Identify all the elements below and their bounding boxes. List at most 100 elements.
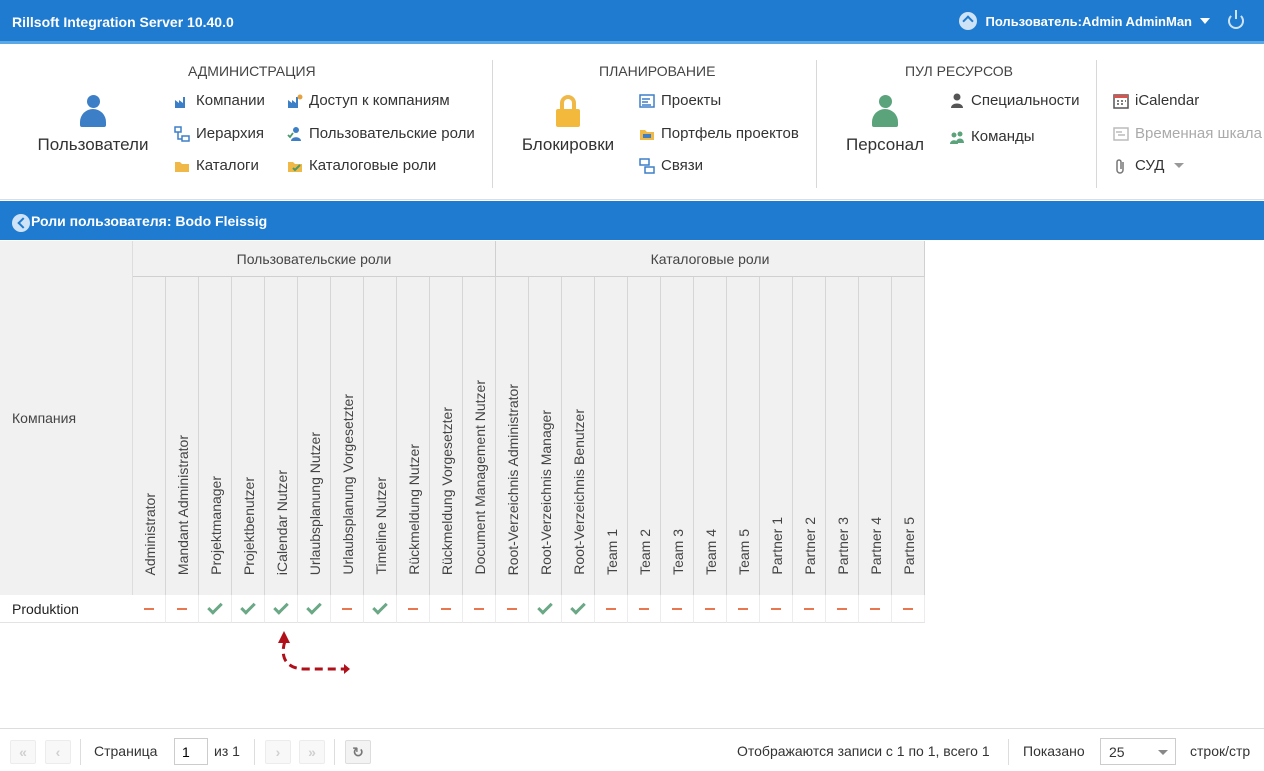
role-column-label: Partner 2 [802, 517, 818, 575]
role-cell[interactable] [529, 595, 562, 623]
catalogs-item[interactable]: Каталоги [174, 157, 259, 174]
role-column-header: Projektbenutzer [232, 277, 265, 595]
role-cell[interactable] [694, 595, 727, 623]
locks-button[interactable]: Блокировки [518, 95, 618, 155]
user-label[interactable]: Пользователь:Admin AdminMan [985, 14, 1192, 29]
role-cell[interactable] [166, 595, 199, 623]
role-column-header: Timeline Nutzer [364, 277, 397, 595]
portfolio-item[interactable]: Портфель проектов [639, 125, 799, 142]
roles-grid: Компания Пользовательские роли Каталогов… [0, 241, 1264, 728]
role-cell[interactable] [892, 595, 925, 623]
teams-item[interactable]: Команды [949, 128, 1035, 145]
role-cell[interactable] [793, 595, 826, 623]
page-size-select[interactable]: 25 [1100, 738, 1176, 765]
collapse-icon[interactable] [959, 12, 978, 30]
specialties-item[interactable]: Специальности [949, 92, 1080, 109]
dash-icon [177, 607, 187, 610]
role-cell[interactable] [133, 595, 166, 623]
role-cell[interactable] [298, 595, 331, 623]
catalog-roles-item[interactable]: Каталоговые роли [287, 157, 436, 174]
role-column-header: Urlaubsplanung Nutzer [298, 277, 331, 595]
role-cell[interactable] [232, 595, 265, 623]
refresh-icon: ↻ [352, 744, 364, 760]
refresh-button[interactable]: ↻ [345, 740, 371, 764]
role-column-label: Partner 3 [835, 517, 851, 575]
role-cell[interactable] [859, 595, 892, 623]
role-column-header: Team 4 [694, 277, 727, 595]
role-column-label: Rückmeldung Vorgesetzter [439, 406, 455, 575]
icalendar-item[interactable]: iCalendar [1113, 92, 1199, 109]
role-cell[interactable] [496, 595, 529, 623]
folder-check-icon [287, 158, 303, 174]
role-column-header: Root-Verzeichnis Benutzer [562, 277, 595, 595]
timeline-icon [1113, 126, 1129, 142]
timeline-item[interactable]: Временная шкала [1113, 125, 1262, 142]
top-bar: Rillsoft Integration Server 10.40.0 Поль… [0, 0, 1264, 44]
role-column-header: Root-Verzeichnis Administrator [496, 277, 529, 595]
role-cell[interactable] [364, 595, 397, 623]
companies-item[interactable]: Компании [174, 92, 265, 109]
back-icon[interactable] [12, 214, 30, 232]
company-column-header: Компания [12, 410, 77, 426]
ribbon-divider [492, 60, 493, 188]
role-cell[interactable] [562, 595, 595, 623]
check-icon [240, 598, 256, 615]
dash-icon [639, 607, 649, 610]
group-title-pool: ПУЛ РЕСУРСОВ [905, 63, 1013, 79]
dash-icon [507, 607, 517, 610]
role-cell[interactable] [397, 595, 430, 623]
company-access-item[interactable]: Доступ к компаниям [287, 92, 450, 109]
role-cell[interactable] [595, 595, 628, 623]
role-column-label: Root-Verzeichnis Administrator [505, 383, 521, 575]
pager: « ‹ Страница из 1 › » ↻ Отображаются зап… [0, 728, 1264, 771]
role-column-header: Urlaubsplanung Vorgesetzter [331, 277, 364, 595]
role-column-header: Mandant Administrator [166, 277, 199, 595]
hierarchy-item[interactable]: Иерархия [174, 125, 264, 142]
last-page-button[interactable]: » [299, 740, 325, 764]
projects-item[interactable]: Проекты [639, 92, 721, 109]
chevron-down-icon[interactable] [1200, 18, 1210, 24]
page-input[interactable] [174, 738, 208, 765]
prev-page-button[interactable]: ‹ [45, 740, 71, 764]
user-menu[interactable]: Пользователь:Admin AdminMan [959, 10, 1244, 30]
group-title-planning: ПЛАНИРОВАНИЕ [599, 63, 716, 79]
users-button[interactable]: Пользователи [34, 95, 152, 155]
role-column-header: Root-Verzeichnis Manager [529, 277, 562, 595]
role-column-header: iCalendar Nutzer [265, 277, 298, 595]
role-column-label: Partner 5 [901, 517, 917, 575]
chevron-down-icon [1174, 163, 1185, 168]
check-icon [372, 598, 388, 615]
ribbon-toolbar: АДМИНИСТРАЦИЯ Пользователи Компании Дост… [0, 47, 1264, 200]
staff-button[interactable]: Персонал [840, 95, 930, 155]
role-cell[interactable] [826, 595, 859, 623]
role-column-header: Partner 5 [892, 277, 925, 595]
dms-menu[interactable]: СУД [1113, 157, 1185, 174]
role-cell[interactable] [760, 595, 793, 623]
role-cell[interactable] [628, 595, 661, 623]
links-item[interactable]: Связи [639, 157, 703, 174]
next-page-button[interactable]: › [265, 740, 291, 764]
role-column-label: Document Management Nutzer [472, 380, 488, 575]
dash-icon [606, 607, 616, 610]
dash-icon [771, 607, 781, 610]
role-column-label: Rückmeldung Nutzer [406, 444, 422, 575]
user-roles-item[interactable]: Пользовательские роли [287, 125, 475, 142]
power-icon[interactable] [1228, 10, 1244, 29]
role-cell[interactable] [661, 595, 694, 623]
app-title: Rillsoft Integration Server 10.40.0 [12, 14, 234, 30]
check-icon [306, 598, 322, 615]
role-cell[interactable] [430, 595, 463, 623]
factory-icon [174, 93, 190, 109]
role-column-label: Partner 1 [769, 517, 785, 575]
role-cell[interactable] [265, 595, 298, 623]
role-cell[interactable] [331, 595, 364, 623]
role-column-header: Team 1 [595, 277, 628, 595]
check-icon [207, 598, 223, 615]
role-cell[interactable] [463, 595, 496, 623]
first-page-button[interactable]: « [10, 740, 36, 764]
role-column-label: Mandant Administrator [175, 434, 191, 575]
role-cell[interactable] [199, 595, 232, 623]
pager-divider [80, 739, 81, 765]
portfolio-icon [639, 126, 655, 142]
role-cell[interactable] [727, 595, 760, 623]
